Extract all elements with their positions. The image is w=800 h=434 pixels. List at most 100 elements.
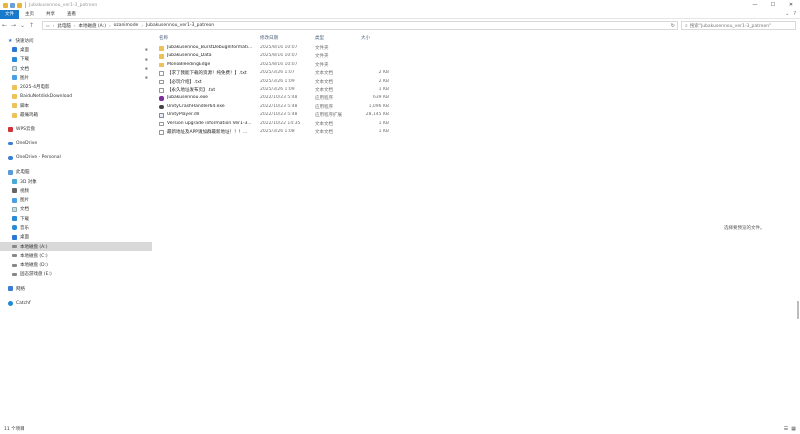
file-date: 2025/3/26 1:09: [260, 87, 295, 92]
forward-button[interactable]: →: [9, 21, 18, 31]
sidebar-item[interactable]: 文档: [0, 205, 152, 214]
sidebar-item[interactable]: 下载: [0, 214, 152, 223]
sidebar-item[interactable]: 脚本: [0, 101, 152, 110]
sidebar-item[interactable]: 视频: [0, 186, 152, 195]
tab-file[interactable]: 文件: [0, 9, 19, 19]
search-placeholder: 搜索"Jubakusennou_ver1-3_patreon": [689, 23, 772, 29]
back-button[interactable]: ←: [0, 21, 9, 31]
column-type[interactable]: 类型: [315, 35, 324, 41]
sidebar-item-label: 图片: [20, 198, 29, 204]
up-button[interactable]: ↑: [27, 21, 36, 31]
file-name: Version upgrade information Ver1-3...: [167, 120, 252, 126]
sidebar-item[interactable]: BaiduNetdiskDownload: [0, 92, 152, 101]
file-type: 文本文档: [315, 79, 333, 85]
tab-view[interactable]: 查看: [61, 10, 82, 19]
pin-icon: ✱: [144, 47, 148, 53]
close-button[interactable]: ✕: [782, 0, 800, 10]
sidebar-item-label: Catchf: [16, 300, 31, 306]
column-size[interactable]: 大小: [361, 35, 370, 41]
file-row[interactable]: Jubakusennou_Data 2025/8/16 10:07 文件夹: [155, 52, 555, 60]
sidebar-item[interactable]: OneDrive - Personal: [0, 153, 152, 162]
sidebar-item[interactable]: 2025-4月电影: [0, 82, 152, 91]
column-date[interactable]: 修改日期: [260, 35, 278, 41]
sidebar-item[interactable]: 此电脑: [0, 168, 152, 177]
sidebar-item[interactable]: 图片: [0, 195, 152, 204]
minimize-button[interactable]: —: [746, 0, 764, 10]
refresh-icon[interactable]: ↻: [671, 23, 675, 29]
breadcrumb-current-folder[interactable]: Jubakusennou_ver1-3_patreon: [146, 23, 214, 28]
sidebar-item[interactable]: Catchf: [0, 298, 152, 307]
sidebar-item[interactable]: OneDrive: [0, 139, 152, 148]
file-type: 文本文档: [315, 130, 333, 135]
recent-locations-button[interactable]: ⌄: [18, 21, 27, 31]
sidebar-item-label: 文档: [20, 207, 29, 213]
file-size: 2 KB: [378, 78, 389, 84]
download-icon: [12, 56, 17, 62]
tab-home[interactable]: 主页: [19, 10, 40, 19]
details-view-icon[interactable]: ☰: [784, 426, 788, 432]
breadcrumb-ozanimode[interactable]: ozanimode: [114, 23, 139, 28]
file-row[interactable]: Jubakusennou.exe 2022/10/23 5:48 应用程序 639 K…: [155, 94, 555, 102]
scrollbar[interactable]: [797, 301, 799, 319]
sidebar-item[interactable]: WPS云盘: [0, 125, 152, 134]
search-box[interactable]: ⌕ 搜索"Jubakusennou_ver1-3_patreon": [681, 21, 796, 30]
drive-icon: [12, 254, 17, 258]
text-file-icon: [159, 79, 164, 85]
document-icon: [12, 66, 17, 72]
download-icon: [12, 216, 17, 222]
new-folder-icon[interactable]: [17, 2, 22, 8]
sidebar-item[interactable]: 固态游戏盘 (E:): [0, 270, 152, 279]
desktop-icon: [12, 47, 17, 53]
help-icon[interactable]: ?: [793, 11, 796, 17]
file-name: Jubakusennou_Data: [167, 53, 212, 59]
file-type: 文件夹: [315, 46, 329, 51]
file-row[interactable]: MonoBleedingEdge 2025/8/16 10:07 文件夹: [155, 61, 555, 69]
large-icons-view-icon[interactable]: ▦: [791, 426, 796, 432]
breadcrumb-drive-a[interactable]: 本地磁盘 (A:): [79, 23, 106, 29]
this-pc-icon: [8, 169, 13, 175]
sidebar-item-label: 脚本: [20, 103, 29, 109]
window-controls: — ☐ ✕: [746, 0, 800, 10]
sidebar-item[interactable]: 3D 对象: [0, 177, 152, 186]
sidebar-item[interactable]: 文档 ✱: [0, 64, 152, 73]
sidebar-item-label: 本地磁盘 (A:): [20, 244, 48, 250]
sidebar-item[interactable]: 本地磁盘 (C:): [0, 251, 152, 260]
file-name: Jubakusennou_BurstDebugInformati...: [167, 45, 253, 50]
file-row[interactable]: Version upgrade information Ver1-3... 202…: [155, 120, 555, 128]
breadcrumb-this-pc[interactable]: 此电脑: [57, 23, 71, 29]
file-row[interactable]: Jubakusennou_BurstDebugInformati... 2025/…: [155, 44, 555, 52]
tab-share[interactable]: 共享: [40, 10, 61, 19]
file-row[interactable]: UnityCrashHandler64.exe 2022/10/23 5:48 应用…: [155, 103, 555, 111]
column-name[interactable]: 名称: [159, 35, 168, 41]
sidebar-item-label: 图片: [20, 75, 29, 81]
file-name: 【永久地址发布页】.txt: [167, 88, 216, 93]
onedrive-icon: [8, 141, 13, 146]
folder-icon[interactable]: [3, 2, 8, 8]
address-bar[interactable]: ▭ › 此电脑 › 本地磁盘 (A:) › ozanimode › Jubaku…: [42, 21, 678, 30]
file-row[interactable]: 【必玩介绍】.txt 2025/3/26 1:09 文本文档 2 KB: [155, 78, 555, 86]
file-date: 2025/8/16 10:07: [260, 45, 298, 50]
sidebar-item[interactable]: 本地磁盘 (A:): [0, 241, 152, 252]
properties-icon[interactable]: [10, 2, 15, 8]
file-row[interactable]: 【永久地址发布页】.txt 2025/3/26 1:09 文本文档 1 KB: [155, 86, 555, 94]
file-row[interactable]: 最新地址及APP请加群最新地址！！！... 2025/3/26 1:08 文本文档 1…: [155, 128, 555, 136]
pin-icon: ✱: [144, 66, 148, 72]
sidebar-item[interactable]: 音乐: [0, 223, 152, 232]
file-row[interactable]: 【求了我能下载的资源！纯免费！】.txt 2025/3/26 1:07 文本文档 2 …: [155, 69, 555, 77]
sidebar-item-label: 网络: [16, 286, 25, 292]
chevron-down-icon[interactable]: ⌄: [785, 11, 789, 17]
sidebar-item[interactable]: 下载 ✱: [0, 55, 152, 64]
exe-icon: [159, 96, 164, 101]
sidebar-item[interactable]: 桌面: [0, 233, 152, 242]
file-size: 1,096 KB: [368, 103, 389, 109]
sidebar-item[interactable]: 桌面 ✱: [0, 45, 152, 54]
file-type: 文件夹: [315, 62, 329, 68]
sidebar-item[interactable]: ★ 快速访问: [0, 36, 152, 45]
sidebar-item[interactable]: 本地磁盘 (D:): [0, 261, 152, 270]
folder-icon: [12, 103, 17, 109]
sidebar-item[interactable]: 最痛鸡箱: [0, 110, 152, 119]
sidebar-item[interactable]: 图片 ✱: [0, 73, 152, 82]
sidebar-item[interactable]: 网络: [0, 284, 152, 293]
file-row[interactable]: UnityPlayer.dll 2022/10/23 5:48 应用程序扩展 28,1…: [155, 111, 555, 119]
maximize-button[interactable]: ☐: [764, 0, 782, 10]
